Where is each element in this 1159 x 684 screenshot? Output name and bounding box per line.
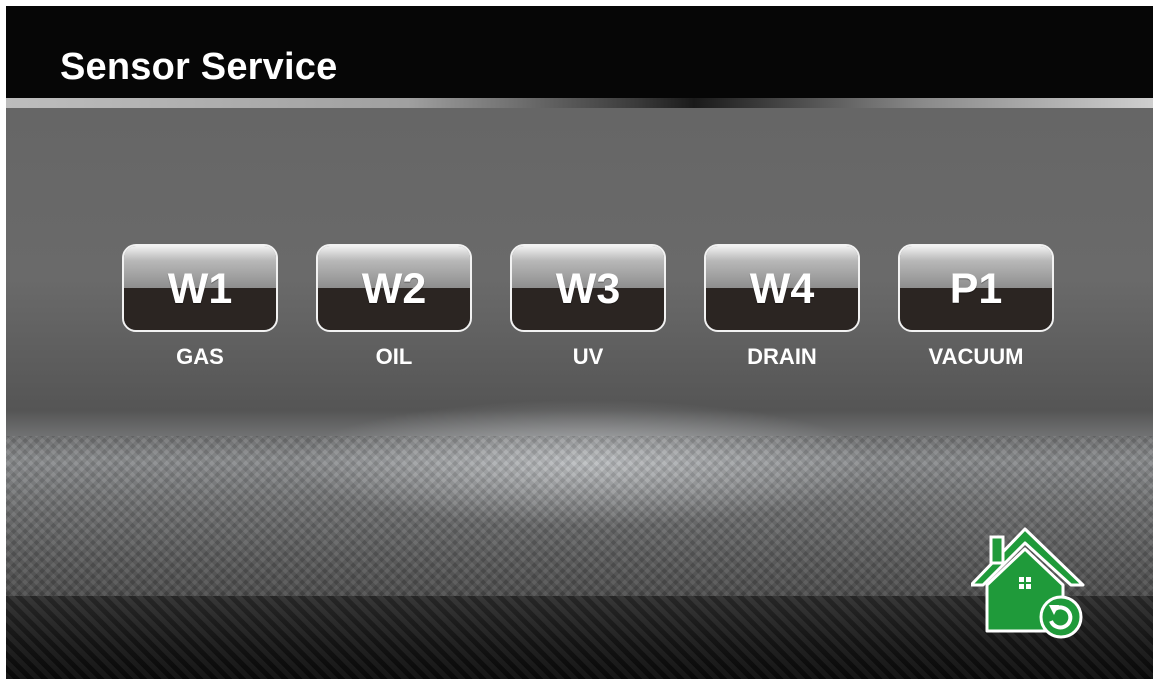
sensor-button-w3[interactable]: W3 [510,244,666,332]
sensor-label-p1: VACUUM [928,344,1024,369]
sensor-button-p1[interactable]: P1 [898,244,1054,332]
sensor-button-w1[interactable]: W1 [122,244,278,332]
sensor-code: W4 [749,265,815,313]
header-bar: Sensor Service [6,6,1153,98]
home-refresh-icon [969,527,1085,639]
sensor-code: W3 [555,265,621,313]
sensor-code: W1 [167,265,233,313]
sensor-label-w1: GAS [176,344,224,369]
sensor-service-screen: Sensor Service W1 GAS W2 OIL W3 UV W4 DR… [6,6,1153,679]
sensor-code: W2 [361,265,427,313]
sensor-label-w2: OIL [375,344,413,369]
sensor-label-w3: UV [572,344,604,369]
home-button[interactable] [969,527,1091,639]
sensor-button-w2[interactable]: W2 [316,244,472,332]
sensor-label-w4: DRAIN [747,344,817,369]
sensor-code: P1 [949,265,1003,313]
page-title: Sensor Service [60,46,338,88]
sensor-button-w4[interactable]: W4 [704,244,860,332]
header-divider [6,98,1153,108]
